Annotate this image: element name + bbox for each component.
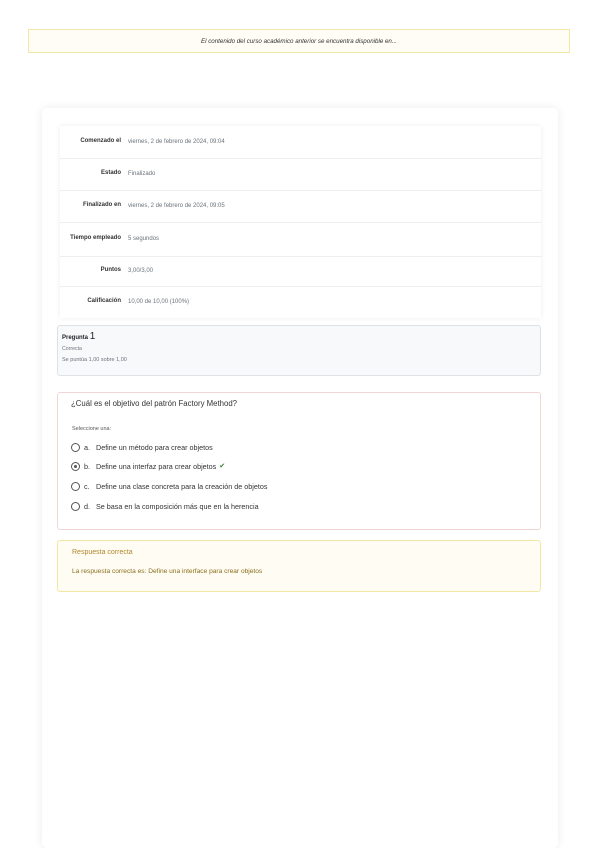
summary-label: Tiempo empleado	[70, 235, 121, 242]
attempt-summary-table: Comenzado el viernes, 2 de febrero de 20…	[60, 126, 541, 318]
answer-prompt: Seleccione una:	[72, 426, 112, 432]
summary-label: Finalizado en	[82, 202, 121, 209]
summary-label: Puntos	[100, 267, 121, 274]
answer-letter: b.	[84, 461, 90, 471]
summary-value: viernes, 2 de febrero de 2024, 09:05	[128, 203, 225, 209]
summary-row: Estado Finalizado	[60, 158, 541, 190]
question-state: Correcta	[62, 346, 82, 352]
summary-row: Finalizado en viernes, 2 de febrero de 2…	[60, 190, 541, 222]
question-number: 1	[89, 331, 96, 342]
check-icon: ✔	[219, 463, 226, 470]
answer-option-d[interactable]: d. Se basa en la composición más que en …	[71, 499, 259, 513]
summary-value: 10,00 de 10,00 (100%)	[128, 299, 190, 306]
answer-text: Define una interfaz para crear objetos	[96, 461, 217, 471]
summary-value: 3,00/3,00	[128, 268, 154, 274]
notice-text: El contenido del curso académico anterio…	[200, 37, 398, 45]
answer-option-a[interactable]: a. Define un método para crear objetos	[71, 440, 213, 454]
radio-button[interactable]	[71, 501, 80, 511]
summary-row: Comenzado el viernes, 2 de febrero de 20…	[60, 126, 541, 158]
summary-label: Calificación	[87, 298, 121, 305]
answer-option-b[interactable]: b. Define una interfaz para crear objeto…	[71, 459, 225, 473]
feedback-title: Respuesta correcta	[72, 549, 133, 556]
summary-value: 5 segundos	[128, 236, 160, 242]
summary-row: Puntos 3,00/3,00	[60, 256, 541, 286]
radio-button[interactable]	[71, 481, 80, 491]
answer-letter: c.	[84, 481, 90, 491]
radio-button[interactable]	[71, 442, 80, 452]
summary-row: Tiempo empleado 5 segundos	[60, 222, 541, 256]
radio-button-selected[interactable]	[71, 461, 80, 471]
answer-letter: a.	[84, 442, 90, 452]
question-grade: Se puntúa 1,00 sobre 1,00	[62, 357, 127, 363]
question-text: ¿Cuál es el objetivo del patrón Factory …	[71, 399, 237, 408]
summary-row: Calificación 10,00 de 10,00 (100%)	[60, 286, 541, 318]
feedback-box	[57, 540, 541, 592]
answer-text: Se basa en la composición más que en la …	[96, 501, 259, 511]
summary-value: viernes, 2 de febrero de 2024, 09:04	[128, 138, 225, 145]
answer-option-c[interactable]: c. Define una clase concreta para la cre…	[71, 479, 267, 493]
summary-label: Comenzado el	[80, 137, 121, 144]
answer-letter: d.	[84, 501, 90, 511]
question-title: Pregunta 1	[62, 331, 536, 342]
answer-text: Define una clase concreta para la creaci…	[96, 481, 268, 491]
question-label: Pregunta	[62, 335, 89, 341]
question-info: Pregunta 1 Correcta Se puntúa 1,00 sobre…	[57, 325, 541, 376]
summary-value: Finalizado	[128, 171, 156, 177]
previous-course-notice[interactable]: El contenido del curso académico anterio…	[28, 29, 570, 53]
correct-answer-text: La respuesta correcta es: Define una int…	[72, 568, 263, 575]
summary-label: Estado	[100, 170, 121, 177]
answer-text: Define un método para crear objetos	[96, 442, 213, 452]
